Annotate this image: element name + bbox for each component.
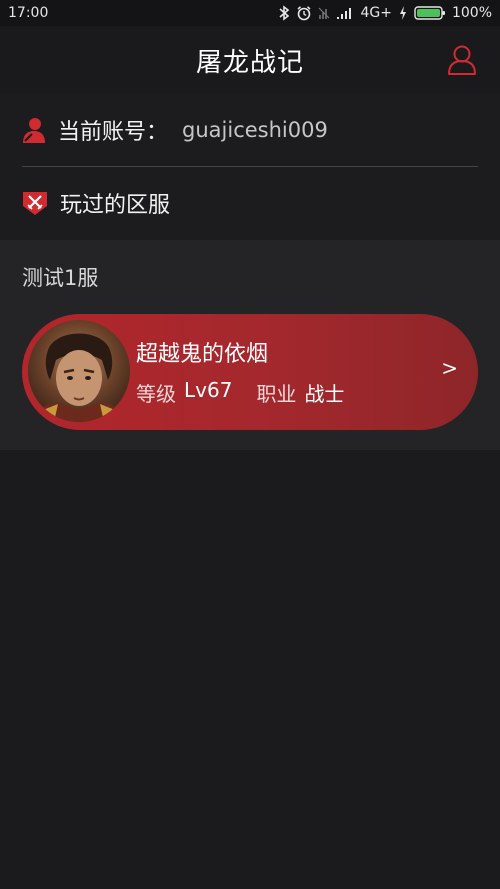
signal-icon (336, 5, 354, 21)
user-outline-icon (448, 45, 476, 75)
class-value: 战士 (304, 382, 345, 406)
alarm-icon (296, 5, 312, 21)
page-title: 屠龙战记 (195, 47, 304, 78)
played-servers-row[interactable]: 玩过的区服 (22, 184, 478, 222)
class-label: 职业 (256, 382, 297, 406)
level-value: Lv67 (184, 378, 233, 402)
battery-percent: 100% (451, 5, 492, 21)
user-filled-icon (23, 118, 45, 143)
current-account-row: 当前账号： guajiceshi009 (22, 112, 478, 148)
status-bar: 17:00 4G+ 100% (0, 0, 500, 26)
status-icons: 4G+ 100% (278, 5, 492, 21)
server-section: 测试1服 超越鬼的依烟 等级 Lv67 职业 战士 > (0, 240, 500, 450)
character-info: 等级 Lv67 职业 战士 (136, 378, 344, 407)
character-name: 超越鬼的依烟 (136, 342, 269, 367)
charging-bolt-icon (398, 5, 408, 21)
empty-area (0, 450, 500, 889)
chevron-right-icon: > (441, 356, 458, 380)
played-servers-label: 玩过的区服 (60, 193, 171, 218)
level-label: 等级 (136, 382, 176, 406)
nav-bar: 屠龙战记 (0, 26, 500, 94)
account-value: guajiceshi009 (182, 118, 328, 142)
account-label: 当前账号： (58, 120, 169, 145)
network-type: 4G+ (360, 5, 392, 21)
profile-button[interactable] (446, 42, 478, 78)
crossed-swords-shield-icon (23, 192, 47, 215)
signal-muted-icon (318, 5, 330, 21)
bluetooth-icon (278, 5, 290, 21)
character-card[interactable]: 超越鬼的依烟 等级 Lv67 职业 战士 > (22, 314, 478, 430)
battery-icon (414, 5, 446, 21)
divider (22, 166, 478, 167)
account-section: 当前账号： guajiceshi009 玩过的区服 (0, 94, 500, 240)
character-avatar (28, 320, 130, 422)
server-name: 测试1服 (22, 266, 99, 290)
status-time: 17:00 (8, 5, 49, 21)
